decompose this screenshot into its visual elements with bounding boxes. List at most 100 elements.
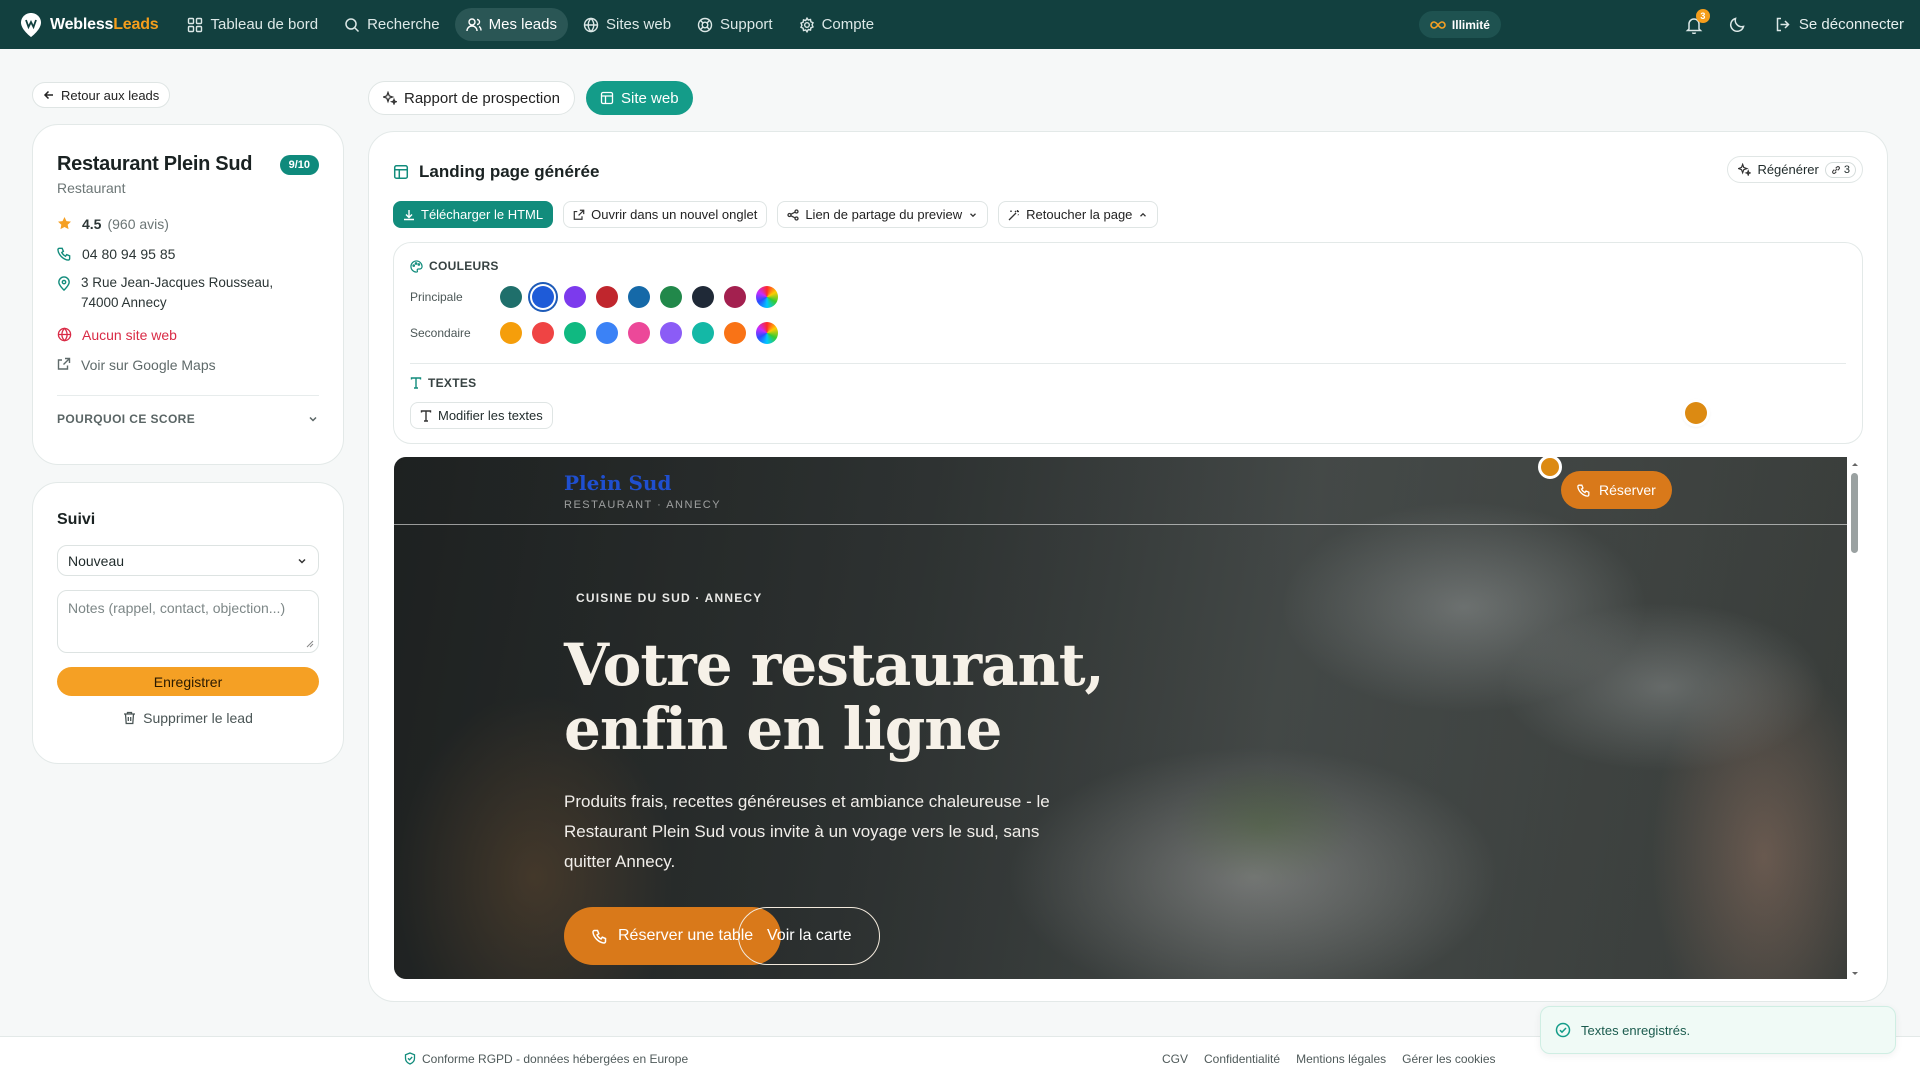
primary-custom-color-swatch[interactable] xyxy=(756,286,778,308)
save-button[interactable]: Enregistrer xyxy=(57,667,319,696)
edit-texts-button[interactable]: Modifier les textes xyxy=(410,402,553,429)
regen-count-value: 3 xyxy=(1843,163,1850,176)
status-value: Nouveau xyxy=(68,552,125,569)
preview-logo-subtitle: RESTAURANT · ANNECY xyxy=(564,499,722,511)
book-table-label: Réserver une table xyxy=(618,927,754,944)
logout-button[interactable]: Se déconnecter xyxy=(1774,16,1904,33)
primary-color-swatch[interactable] xyxy=(596,286,618,308)
preview-logo[interactable]: Plein Sud xyxy=(564,471,671,495)
nav-my-leads[interactable]: Mes leads xyxy=(454,8,568,41)
dashboard-icon xyxy=(188,17,203,32)
external-link-icon xyxy=(573,209,585,220)
nav-support[interactable]: Support xyxy=(686,8,784,41)
delete-lead-button[interactable]: Supprimer le lead xyxy=(57,710,319,726)
primary-color-swatch[interactable] xyxy=(724,286,746,308)
secondary-label: Secondaire xyxy=(410,326,471,340)
primary-color-swatch[interactable] xyxy=(692,286,714,308)
arrow-left-icon xyxy=(43,90,53,100)
secondary-color-swatch[interactable] xyxy=(564,322,586,344)
infinity-icon xyxy=(1430,20,1446,29)
preview-scrollbar[interactable] xyxy=(1847,457,1863,979)
secondary-custom-color-swatch[interactable] xyxy=(756,322,778,344)
scroll-thumb[interactable] xyxy=(1851,473,1858,553)
logout-icon xyxy=(1776,17,1790,32)
users-icon xyxy=(465,17,482,31)
footer-link-cgv[interactable]: CGV xyxy=(1162,1052,1188,1066)
preview-view-menu-button[interactable]: Voir la carte xyxy=(738,907,881,965)
secondary-color-swatch[interactable] xyxy=(724,322,746,344)
toast-message: Textes enregistrés. xyxy=(1581,1022,1691,1038)
primary-color-swatch[interactable] xyxy=(532,286,554,308)
retouch-options-panel: COULEURS Principale Secondaire TEXTES Mo… xyxy=(393,242,1863,444)
secondary-color-swatch[interactable] xyxy=(596,322,618,344)
address-row: 3 Rue Jean-Jacques Rousseau, 74000 Annec… xyxy=(57,275,319,313)
secondary-color-swatch[interactable] xyxy=(692,322,714,344)
website-status: Aucun site web xyxy=(82,327,177,343)
map-pin-icon xyxy=(58,276,70,291)
phone-number: 04 80 94 95 85 xyxy=(82,246,176,262)
status-select[interactable]: Nouveau xyxy=(57,545,319,576)
notifications-button[interactable]: 3 xyxy=(1685,8,1710,34)
landing-page-preview[interactable]: Plein Sud RESTAURANT · ANNECY Réserver C… xyxy=(394,457,1847,979)
shield-check-icon xyxy=(404,1052,416,1065)
preview-reserve-button[interactable]: Réserver xyxy=(1561,471,1672,509)
nav-search[interactable]: Recherche xyxy=(333,8,451,41)
secondary-color-row: Secondaire xyxy=(410,322,778,344)
share-label: Lien de partage du preview xyxy=(805,207,963,222)
magic-wand-icon xyxy=(1008,209,1020,220)
secondary-color-swatch[interactable] xyxy=(660,322,682,344)
notification-count-badge: 3 xyxy=(1695,8,1710,23)
primary-color-row: Principale xyxy=(410,286,778,308)
tab-prospection-report[interactable]: Rapport de prospection xyxy=(368,81,575,115)
landing-page-title: Landing page générée xyxy=(393,162,599,182)
logo-pin-icon xyxy=(21,12,41,37)
link-icon xyxy=(1831,165,1840,174)
moon-icon xyxy=(1729,17,1745,33)
preview-paragraph: Produits frais, recettes généreuses et a… xyxy=(564,792,1050,871)
theme-toggle[interactable] xyxy=(1729,16,1746,33)
open-tab-label: Ouvrir dans un nouvel onglet xyxy=(591,207,758,222)
headline-line2: enfin en ligne xyxy=(564,695,1002,763)
chevron-down-icon xyxy=(309,416,317,422)
sparkles-icon xyxy=(383,91,397,105)
nav-label: Recherche xyxy=(367,16,440,33)
primary-color-swatch[interactable] xyxy=(628,286,650,308)
notes-placeholder: Notes (rappel, contact, objection...) xyxy=(68,600,286,616)
footer-link-cookies[interactable]: Gérer les cookies xyxy=(1402,1052,1495,1066)
texts-title-text: TEXTES xyxy=(428,376,477,390)
tab-website[interactable]: Site web xyxy=(586,81,693,115)
scroll-down-arrow-icon[interactable] xyxy=(1847,969,1863,979)
share-preview-dropdown[interactable]: Lien de partage du preview xyxy=(777,201,989,228)
nav-label: Mes leads xyxy=(488,16,557,33)
why-score-toggle[interactable]: POURQUOI CE SCORE xyxy=(57,412,319,426)
open-new-tab-button[interactable]: Ouvrir dans un nouvel onglet xyxy=(563,201,768,228)
secondary-color-swatch[interactable] xyxy=(500,322,522,344)
follow-up-title: Suivi xyxy=(57,511,96,528)
brand-logo[interactable]: WeblessLeads xyxy=(20,12,159,38)
phone-row[interactable]: 04 80 94 95 85 xyxy=(57,246,319,262)
text-icon xyxy=(410,377,422,389)
nav-dashboard[interactable]: Tableau de bord xyxy=(176,8,329,41)
regenerate-label: Régénérer xyxy=(1757,162,1819,177)
resize-handle-icon[interactable] xyxy=(306,640,314,648)
back-to-leads-button[interactable]: Retour aux leads xyxy=(32,82,171,108)
notes-textarea[interactable]: Notes (rappel, contact, objection...) xyxy=(57,590,319,653)
top-navbar: WeblessLeads Tableau de bord Recherche M… xyxy=(0,0,1920,49)
nav-label: Tableau de bord xyxy=(210,16,319,33)
primary-color-swatch[interactable] xyxy=(564,286,586,308)
nav-account[interactable]: Compte xyxy=(788,8,886,41)
primary-color-swatch[interactable] xyxy=(660,286,682,308)
google-maps-link[interactable]: Voir sur Google Maps xyxy=(57,357,319,373)
nav-websites[interactable]: Sites web xyxy=(572,8,682,41)
footer-link-privacy[interactable]: Confidentialité xyxy=(1204,1052,1280,1066)
phone-icon xyxy=(592,929,607,944)
download-html-button[interactable]: Télécharger le HTML xyxy=(393,201,554,228)
rgpd-notice: Conforme RGPD - données hébergées en Eur… xyxy=(404,1052,688,1066)
secondary-color-swatch[interactable] xyxy=(532,322,554,344)
primary-color-swatch[interactable] xyxy=(500,286,522,308)
secondary-color-swatch[interactable] xyxy=(628,322,650,344)
retouch-page-dropdown[interactable]: Retoucher la page xyxy=(998,201,1159,228)
footer-link-legal[interactable]: Mentions légales xyxy=(1296,1052,1386,1066)
regenerate-button[interactable]: Régénérer 3 xyxy=(1727,156,1863,183)
scroll-up-arrow-icon[interactable] xyxy=(1847,459,1863,469)
